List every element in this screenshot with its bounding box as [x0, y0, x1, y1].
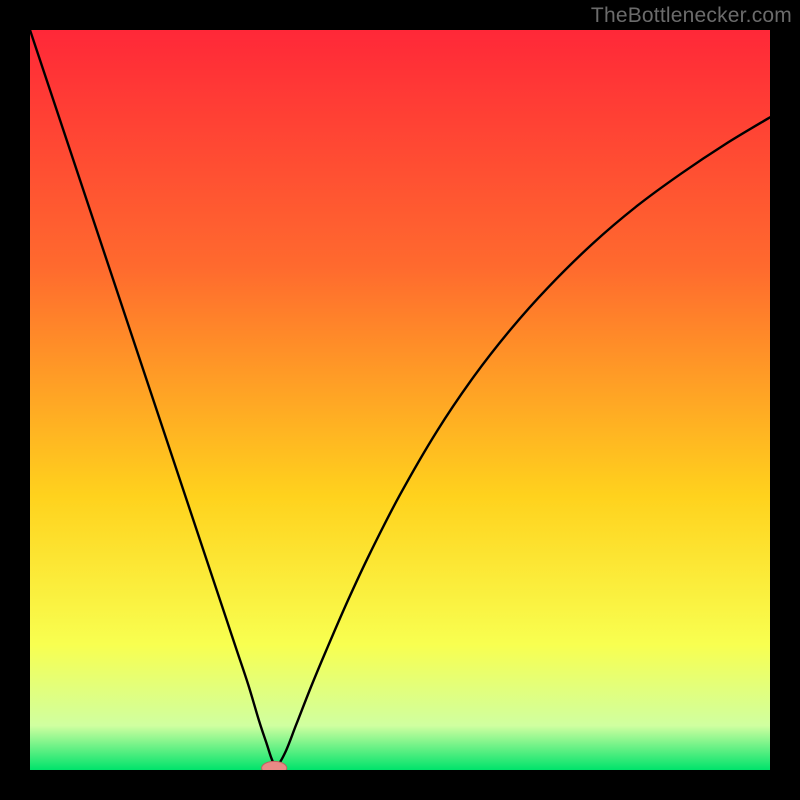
gradient-background	[30, 30, 770, 770]
chart-frame: TheBottlenecker.com	[0, 0, 800, 800]
chart-svg	[30, 30, 770, 770]
plot-area	[30, 30, 770, 770]
watermark-text: TheBottlenecker.com	[591, 4, 792, 28]
